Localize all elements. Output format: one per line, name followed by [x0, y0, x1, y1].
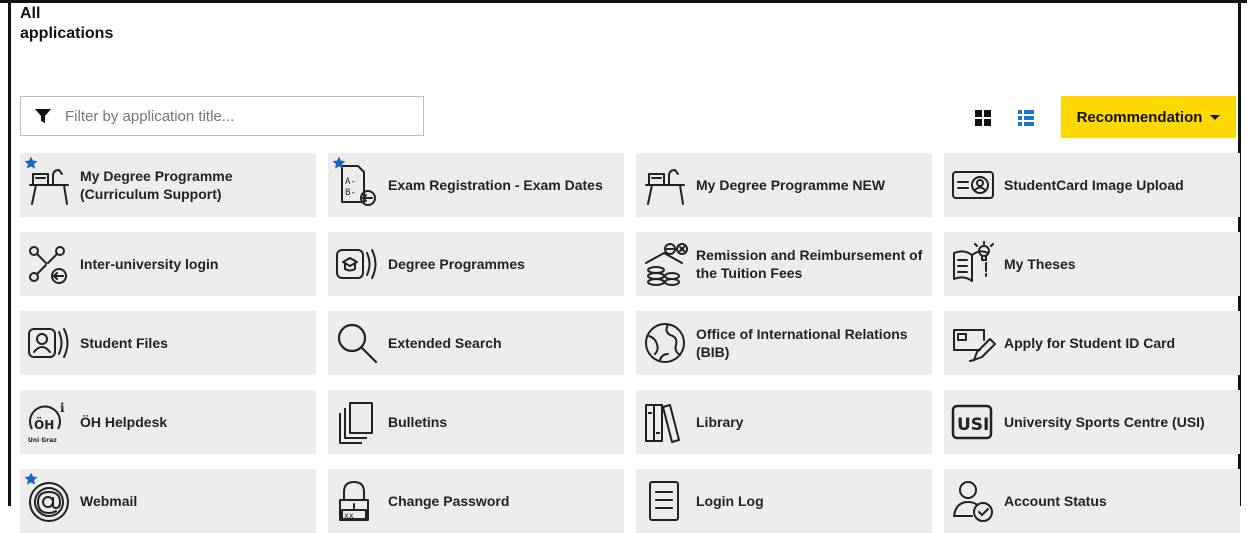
app-label: Student Files: [80, 335, 168, 351]
window-frame-top: [0, 0, 1247, 3]
app-label: Degree Programmes: [388, 256, 525, 272]
app-label: Login Log: [696, 493, 764, 509]
app-tile-webmail[interactable]: Webmail: [20, 469, 316, 533]
app-tile-login-log[interactable]: Login Log: [636, 469, 932, 533]
degree-programmes-icon: [334, 241, 380, 287]
app-tile-university-sports-centre[interactable]: USI University Sports Centre (USI): [944, 390, 1240, 454]
app-tile-degree-programmes[interactable]: Degree Programmes: [328, 232, 624, 296]
app-label: Webmail: [80, 493, 138, 509]
app-tile-my-degree-programme-new[interactable]: My Degree Programme NEW: [636, 153, 932, 217]
student-files-icon: [26, 320, 72, 366]
globe-icon: [642, 320, 688, 366]
log-document-icon: [642, 478, 688, 524]
app-tile-studentcard-image-upload[interactable]: StudentCard Image Upload: [944, 153, 1240, 217]
lock-password-icon: xx_: [334, 478, 380, 524]
student-card-icon: [950, 162, 996, 208]
favorite-star-icon: [24, 472, 38, 485]
account-status-icon: [950, 478, 996, 524]
svg-text:ÖH: ÖH: [34, 417, 54, 432]
app-label: Apply for Student ID Card: [1004, 335, 1176, 351]
page-title: All applications: [20, 4, 113, 44]
app-label: My Theses: [1004, 256, 1076, 272]
network-login-icon: [26, 241, 72, 287]
favorite-star-icon: [24, 156, 38, 169]
app-tile-my-theses[interactable]: My Theses: [944, 232, 1240, 296]
app-label: Exam Registration - Exam Dates: [388, 177, 603, 193]
tuition-coins-icon: [642, 241, 688, 287]
app-label: Extended Search: [388, 335, 502, 351]
app-tile-change-password[interactable]: xx_ Change Password: [328, 469, 624, 533]
app-tile-remission-reimbursement[interactable]: Remission and Reimbursement of the Tuiti…: [636, 232, 932, 296]
recommendation-label: Recommendation: [1076, 108, 1203, 126]
app-tile-my-degree-programme-curriculum[interactable]: My Degree Programme (Curriculum Support): [20, 153, 316, 217]
page-title-line2: applications: [20, 25, 114, 42]
app-label: Change Password: [388, 493, 510, 509]
app-label: StudentCard Image Upload: [1004, 177, 1184, 193]
id-card-pencil-icon: [950, 320, 996, 366]
app-label: Inter-university login: [80, 256, 219, 272]
app-label: University Sports Centre (USI): [1004, 414, 1205, 430]
app-label: Remission and Reimbursement of the Tuiti…: [696, 247, 923, 281]
svg-text:i: i: [60, 401, 65, 415]
app-tile-inter-university-login[interactable]: Inter-university login: [20, 232, 316, 296]
caret-down-icon: [1210, 114, 1221, 120]
app-tile-oeh-helpdesk[interactable]: ÖH i Uni Graz ÖH Helpdesk: [20, 390, 316, 454]
app-label: Office of International Relations (BIB): [696, 326, 908, 360]
favorite-star-icon: [332, 156, 346, 169]
filter-input[interactable]: [63, 106, 407, 126]
app-label: Bulletins: [388, 414, 448, 430]
app-tile-account-status[interactable]: Account Status: [944, 469, 1240, 533]
filter-box[interactable]: [20, 96, 424, 136]
app-label: ÖH Helpdesk: [80, 414, 168, 430]
app-label: Account Status: [1004, 493, 1107, 509]
filter-icon: [35, 109, 51, 123]
svg-text:USI: USI: [957, 415, 989, 435]
app-tile-library[interactable]: Library: [636, 390, 932, 454]
page-title-line1: All: [20, 5, 41, 22]
app-label: My Degree Programme NEW: [696, 177, 886, 193]
recommendation-dropdown-button[interactable]: Recommendation: [1061, 96, 1236, 138]
app-tile-office-international-relations[interactable]: Office of International Relations (BIB): [636, 311, 932, 375]
app-tile-extended-search[interactable]: Extended Search: [328, 311, 624, 375]
bulletins-icon: [334, 399, 380, 445]
svg-text:A-: A-: [345, 177, 356, 187]
app-label: Library: [696, 414, 744, 430]
list-view-icon[interactable]: [1018, 110, 1034, 126]
oeh-helpdesk-logo-icon: ÖH i Uni Graz: [26, 399, 72, 445]
svg-text:B-: B-: [345, 188, 356, 198]
degree-programme-icon: [642, 162, 688, 208]
usi-logo-icon: USI: [950, 399, 996, 445]
svg-text:Uni Graz: Uni Graz: [28, 437, 57, 444]
theses-icon: [950, 241, 996, 287]
library-books-icon: [642, 399, 688, 445]
window-frame-left: [8, 0, 11, 506]
app-tile-exam-registration[interactable]: A- B- Exam Registration - Exam Dates: [328, 153, 624, 217]
application-grid: My Degree Programme (Curriculum Support)…: [20, 153, 1240, 533]
app-tile-student-files[interactable]: Student Files: [20, 311, 316, 375]
app-tile-apply-student-id-card[interactable]: Apply for Student ID Card: [944, 311, 1240, 375]
app-label: My Degree Programme (Curriculum Support): [80, 168, 233, 202]
grid-view-icon[interactable]: [975, 110, 991, 126]
search-icon: [334, 320, 380, 366]
app-tile-bulletins[interactable]: Bulletins: [328, 390, 624, 454]
